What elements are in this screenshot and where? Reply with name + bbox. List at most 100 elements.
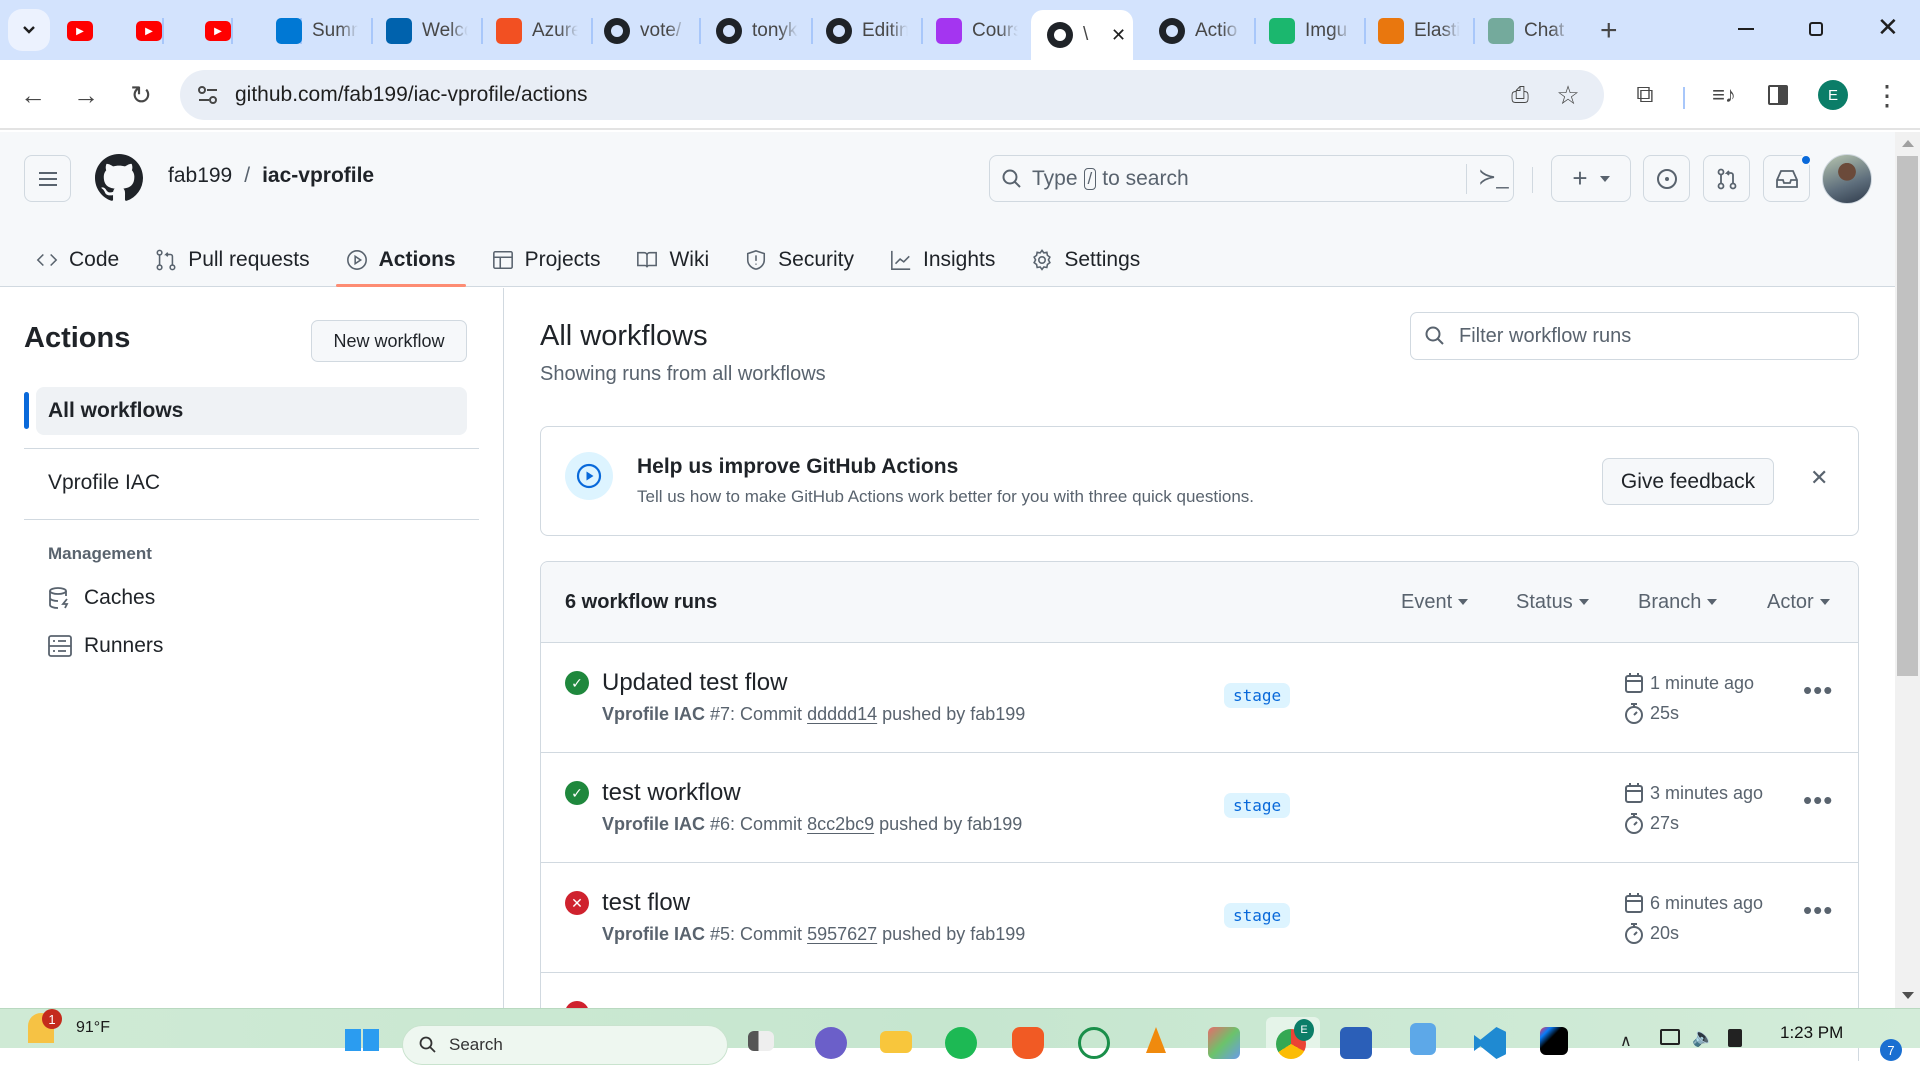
commit-link[interactable]: ddddd14 (807, 704, 877, 724)
filter-status-dropdown[interactable]: Status (1516, 562, 1589, 642)
run-title-link[interactable]: test workflow (602, 779, 741, 807)
browser-tab[interactable]: vote/ (588, 10, 696, 52)
word-icon[interactable] (1340, 1027, 1372, 1059)
workflow-run-row[interactable]: ✕ test flow Vprofile IAC #5: Commit 595762… (541, 862, 1859, 972)
clock[interactable]: 1:23 PM (1780, 1023, 1843, 1043)
pull-requests-button[interactable] (1703, 155, 1750, 202)
system-tray-chevron[interactable]: ∧ (1620, 1031, 1632, 1051)
chrome-taskbar-item[interactable]: E (1266, 1017, 1320, 1059)
branch-label[interactable]: stage (1224, 903, 1291, 928)
browser-tab[interactable]: Cours (920, 10, 1028, 52)
browser-tab[interactable]: tonyk (700, 10, 808, 52)
branch-label[interactable]: stage (1224, 683, 1291, 708)
global-search-input[interactable]: Type / to search ≻_ (989, 155, 1514, 202)
address-bar[interactable]: github.com/fab199/iac-vprofile/actions ⎙… (180, 70, 1604, 120)
tab-wiki[interactable]: Wiki (618, 232, 727, 287)
run-title-link[interactable]: test flow (602, 889, 690, 917)
browser-tab[interactable]: Summ (260, 10, 368, 52)
filter-actor-dropdown[interactable]: Actor (1767, 562, 1830, 642)
give-feedback-button[interactable]: Give feedback (1602, 458, 1774, 505)
close-tab-icon[interactable]: ✕ (1111, 25, 1126, 46)
battery-icon[interactable] (1728, 1029, 1742, 1047)
browser-tab[interactable]: Azure (480, 10, 588, 52)
notification-badge[interactable]: 7 (1880, 1039, 1902, 1061)
file-explorer-icon[interactable] (880, 1031, 912, 1053)
user-avatar[interactable] (1822, 154, 1872, 204)
site-info-icon[interactable] (197, 85, 219, 105)
scroll-down-arrow[interactable] (1902, 992, 1914, 999)
vlc-icon[interactable] (1146, 1027, 1166, 1053)
scroll-up-arrow[interactable] (1902, 140, 1914, 147)
run-more-options-button[interactable]: ••• (1803, 675, 1833, 706)
browser-tab[interactable]: Welco (370, 10, 478, 52)
issues-button[interactable] (1643, 155, 1690, 202)
network-icon[interactable] (1660, 1029, 1680, 1045)
command-palette-icon[interactable]: ≻_ (1478, 164, 1509, 190)
sidebar-item-runners[interactable]: Runners (48, 634, 163, 658)
taskbar-search[interactable]: Search (402, 1025, 728, 1065)
weather-widget[interactable]: 1 91°F (28, 1009, 110, 1043)
browser-tab[interactable]: Imgu (1253, 10, 1361, 52)
workflow-run-row[interactable]: ✓ test workflow Vprofile IAC #6: Commit 8c… (541, 752, 1859, 862)
new-tab-button[interactable]: + (1600, 14, 1618, 48)
page-scrollbar[interactable] (1895, 132, 1920, 1008)
commit-link[interactable]: 8cc2bc9 (807, 814, 874, 834)
tab-search-button[interactable] (8, 9, 50, 51)
extensions-icon[interactable]: ⧉ (1625, 75, 1665, 115)
repo-name-link[interactable]: iac-vprofile (262, 164, 374, 188)
intellij-icon[interactable] (1540, 1027, 1568, 1055)
install-app-icon[interactable]: ⎙ (1500, 75, 1540, 115)
spotify-icon[interactable] (945, 1027, 977, 1059)
media-control-icon[interactable]: ≡♪ (1704, 75, 1744, 115)
create-new-button[interactable]: + (1551, 155, 1631, 202)
tab-projects[interactable]: Projects (474, 232, 619, 287)
whatsapp-icon[interactable] (1078, 1027, 1110, 1059)
side-panel-icon[interactable] (1758, 75, 1798, 115)
branch-label[interactable]: stage (1224, 793, 1291, 818)
restore-button[interactable] (1809, 22, 1823, 36)
teams-icon[interactable] (815, 1027, 847, 1059)
sidebar-item-vprofile-iac[interactable]: Vprofile IAC (48, 471, 160, 495)
browser-tab[interactable]: Editin (810, 10, 918, 52)
bookmark-star-icon[interactable]: ☆ (1548, 75, 1588, 115)
tab-security[interactable]: Security (727, 232, 872, 287)
filter-event-dropdown[interactable]: Event (1401, 562, 1469, 642)
browser-menu-icon[interactable]: ⋮ (1867, 75, 1907, 115)
filter-workflow-runs-input[interactable]: Filter workflow runs (1410, 312, 1859, 360)
new-workflow-button[interactable]: New workflow (311, 320, 467, 362)
scrollbar-thumb[interactable] (1897, 156, 1918, 676)
dismiss-banner-button[interactable]: ✕ (1810, 465, 1828, 491)
hamburger-menu-button[interactable] (24, 155, 71, 202)
commit-link[interactable]: 5957627 (807, 924, 877, 944)
workflow-run-row[interactable]: ✓ Updated test flow Vprofile IAC #7: Commi… (541, 642, 1859, 752)
volume-icon[interactable]: 🔈 (1692, 1027, 1714, 1048)
reload-button[interactable]: ↻ (121, 75, 161, 115)
tab-pull-requests[interactable]: Pull requests (137, 232, 327, 287)
brave-icon[interactable] (1012, 1027, 1044, 1059)
profile-avatar[interactable]: E (1818, 80, 1848, 110)
sidebar-item-caches[interactable]: Caches (48, 586, 155, 610)
repo-owner-link[interactable]: fab199 (168, 164, 232, 188)
tab-code[interactable]: Code (18, 232, 137, 287)
back-button[interactable]: ← (13, 75, 53, 115)
task-view-icon[interactable] (748, 1031, 774, 1051)
browser-tab[interactable]: Chat (1472, 10, 1580, 52)
browser-tab[interactable]: Elasti (1362, 10, 1470, 52)
notepad-icon[interactable] (1410, 1023, 1436, 1055)
forward-button[interactable]: → (66, 75, 106, 115)
sidebar-item-all-workflows[interactable]: All workflows (36, 387, 467, 435)
browser-tab[interactable]: \ ✕ (1031, 10, 1133, 60)
filter-branch-dropdown[interactable]: Branch (1638, 562, 1718, 642)
browser-tab[interactable]: Actio (1143, 10, 1251, 52)
run-title-link[interactable]: Updated test flow (602, 669, 787, 697)
tab-actions[interactable]: Actions (328, 232, 474, 287)
close-window-button[interactable]: ✕ (1877, 12, 1899, 43)
minimize-button[interactable] (1738, 28, 1754, 30)
run-more-options-button[interactable]: ••• (1803, 785, 1833, 816)
tab-settings[interactable]: Settings (1013, 232, 1158, 287)
tab-insights[interactable]: Insights (872, 232, 1013, 287)
url-text[interactable]: github.com/fab199/iac-vprofile/actions (235, 83, 588, 107)
github-logo-icon[interactable] (95, 154, 143, 202)
app-icon[interactable] (1208, 1027, 1240, 1059)
run-more-options-button[interactable]: ••• (1803, 895, 1833, 926)
